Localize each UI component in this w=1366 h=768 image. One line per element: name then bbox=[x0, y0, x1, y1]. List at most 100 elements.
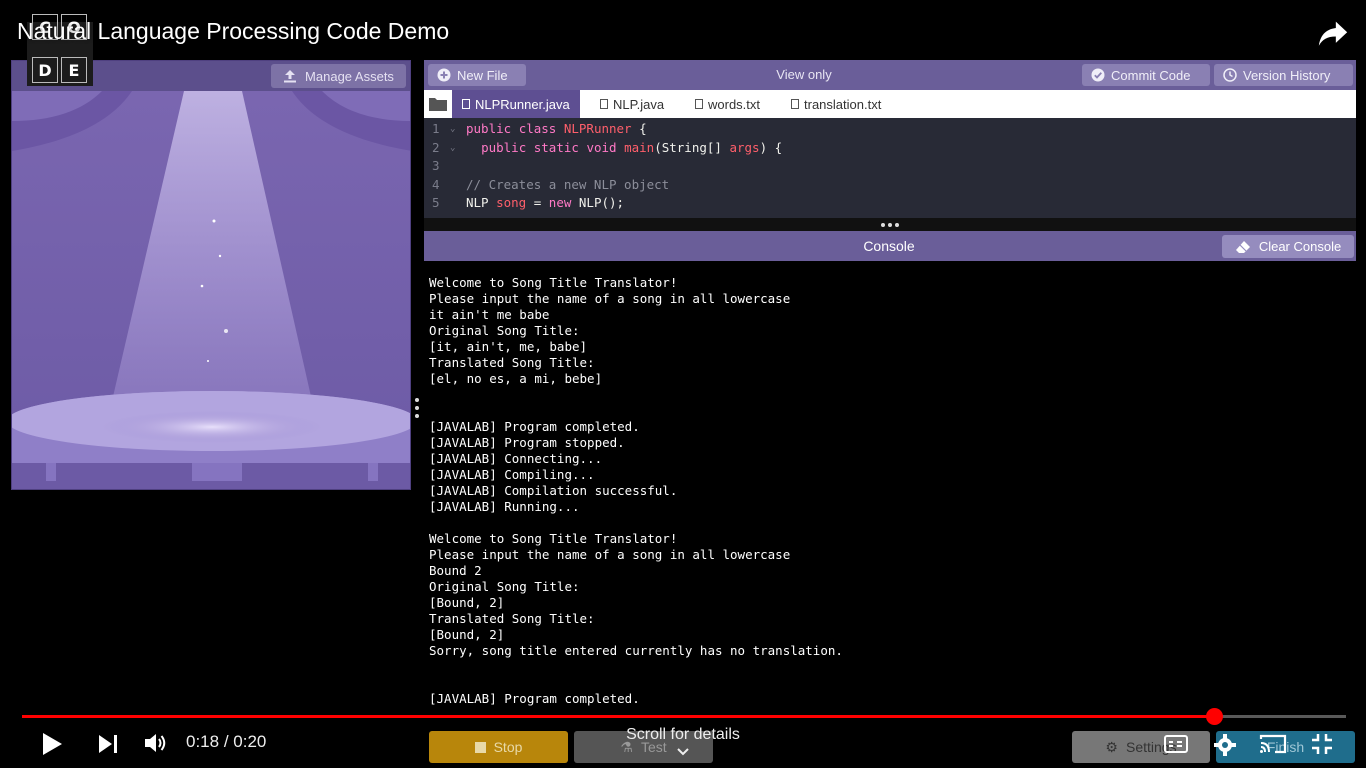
view-only-label: View only bbox=[776, 67, 832, 82]
commit-code-button[interactable]: Commit Code bbox=[1082, 64, 1210, 86]
cast-icon[interactable] bbox=[1259, 733, 1287, 755]
console-line: [JAVALAB] Running... bbox=[429, 499, 580, 514]
console-line: [Bound, 2] bbox=[429, 627, 505, 642]
fold-toggle-icon[interactable]: ⌄ bbox=[450, 143, 455, 153]
console-line: [JAVALAB] Program stopped. bbox=[429, 435, 625, 450]
version-history-button[interactable]: Version History bbox=[1214, 64, 1353, 86]
console-output[interactable]: Welcome to Song Title Translator! Please … bbox=[424, 261, 1356, 721]
console-line: [Bound, 2] bbox=[429, 595, 505, 610]
panel-resize-handle[interactable] bbox=[413, 398, 421, 422]
code-text: // Creates a new NLP object bbox=[466, 177, 669, 192]
new-file-button[interactable]: New File bbox=[428, 64, 526, 86]
settings-button[interactable]: ⚙ Settings bbox=[1072, 731, 1210, 763]
code-token: public bbox=[466, 121, 519, 136]
console-line: Welcome to Song Title Translator! bbox=[429, 531, 678, 546]
exit-fullscreen-icon[interactable] bbox=[1311, 733, 1333, 755]
code-token: NLPRunner bbox=[563, 121, 632, 136]
manage-assets-button[interactable]: Manage Assets bbox=[271, 64, 406, 88]
commit-code-label: Commit Code bbox=[1111, 67, 1191, 83]
code-token: { bbox=[631, 121, 647, 136]
line-number: 5 bbox=[432, 195, 440, 210]
progress-bar[interactable] bbox=[22, 708, 1346, 725]
logo-letter-e: E bbox=[61, 57, 87, 83]
stop-button[interactable]: Stop bbox=[429, 731, 568, 763]
fold-toggle-icon[interactable]: ⌄ bbox=[450, 124, 455, 134]
console-line: [JAVALAB] Program completed. bbox=[429, 691, 640, 706]
code-token: song bbox=[496, 195, 527, 210]
scroll-for-details[interactable]: Scroll for details bbox=[610, 726, 756, 762]
code-token: main bbox=[624, 139, 655, 155]
code-text: NLP song = new NLP(); bbox=[466, 195, 624, 210]
code-token: // Creates a new NLP object bbox=[466, 176, 670, 192]
upload-icon bbox=[284, 70, 297, 83]
file-tab-label: NLP.java bbox=[613, 96, 665, 112]
console-line: Please input the name of a song in all l… bbox=[429, 547, 791, 562]
play-icon[interactable] bbox=[40, 731, 64, 757]
file-icon bbox=[600, 99, 608, 109]
progress-scrubber-handle[interactable] bbox=[1205, 708, 1223, 725]
code-line[interactable]: 1 ⌄ public class NLPRunner { bbox=[424, 121, 1356, 139]
time-total: 0:20 bbox=[233, 732, 267, 751]
code-text: public class NLPRunner { bbox=[466, 121, 647, 136]
console-title: Console bbox=[863, 238, 915, 254]
file-icon bbox=[791, 99, 799, 109]
code-line[interactable]: 2 ⌄ public static void main(String[] args… bbox=[424, 140, 1356, 158]
code-area[interactable]: 1 ⌄ public class NLPRunner {2 ⌄ public stat… bbox=[424, 118, 1356, 218]
file-tab[interactable]: translation.txt bbox=[781, 90, 891, 118]
file-tab-label: NLPRunner.java bbox=[475, 96, 570, 112]
console-line: Bound 2 bbox=[429, 563, 482, 578]
console-line: Translated Song Title: bbox=[429, 355, 595, 370]
chevron-down-icon bbox=[677, 748, 689, 756]
code-token: public bbox=[481, 139, 534, 155]
editor-console-splitter[interactable] bbox=[424, 218, 1356, 231]
code-token: class bbox=[518, 121, 564, 136]
cog-icon: ⚙ bbox=[1105, 738, 1118, 755]
next-video-icon[interactable] bbox=[97, 734, 119, 754]
scroll-for-details-label: Scroll for details bbox=[626, 726, 740, 743]
code-token: args bbox=[729, 139, 760, 155]
console-line: [JAVALAB] Compilation successful. bbox=[429, 483, 678, 498]
check-circle-icon bbox=[1091, 68, 1105, 82]
file-tab-label: translation.txt bbox=[804, 96, 882, 112]
code-line[interactable]: 4 // Creates a new NLP object bbox=[424, 177, 1356, 195]
version-history-label: Version History bbox=[1243, 67, 1331, 83]
console-line: [JAVALAB] Compiling... bbox=[429, 467, 595, 482]
console-line: Original Song Title: bbox=[429, 323, 580, 338]
console-line: it ain't me babe bbox=[429, 307, 550, 322]
video-title[interactable]: Natural Language Processing Code Demo bbox=[17, 18, 449, 45]
file-tab-bar: NLPRunner.java NLP.java words.txt translati… bbox=[424, 90, 1356, 118]
new-file-label: New File bbox=[457, 67, 508, 83]
captions-icon[interactable] bbox=[1164, 735, 1188, 753]
code-line[interactable]: 3 bbox=[424, 158, 1356, 176]
share-icon[interactable] bbox=[1316, 16, 1350, 50]
clear-console-button[interactable]: Clear Console bbox=[1222, 235, 1354, 258]
file-tab-label: words.txt bbox=[708, 96, 761, 112]
console-line: Please input the name of a song in all l… bbox=[429, 291, 791, 306]
file-tab[interactable]: words.txt bbox=[685, 90, 770, 118]
console-line: Original Song Title: bbox=[429, 579, 580, 594]
file-tab[interactable]: NLP.java bbox=[590, 90, 674, 118]
code-token: void bbox=[586, 139, 625, 155]
stage-spotlight-image bbox=[12, 91, 410, 489]
plus-circle-icon bbox=[437, 68, 451, 82]
eraser-icon bbox=[1235, 240, 1250, 253]
code-line[interactable]: 5 NLP song = new NLP(); bbox=[424, 195, 1356, 213]
line-number: 3 bbox=[432, 158, 440, 173]
code-token: NLP bbox=[466, 195, 497, 210]
progress-bar-played bbox=[22, 715, 1214, 718]
stop-square-icon bbox=[474, 741, 486, 753]
folder-icon[interactable] bbox=[428, 96, 448, 112]
file-icon bbox=[462, 99, 470, 109]
file-tab[interactable]: NLPRunner.java bbox=[452, 90, 580, 118]
code-token: static bbox=[533, 139, 587, 155]
console-line: [it, ain't, me, babe] bbox=[429, 339, 588, 354]
code-text: public static void main(String[] args) { bbox=[466, 140, 782, 155]
settings-gear-icon[interactable] bbox=[1213, 733, 1237, 757]
code-token: NLP(); bbox=[578, 195, 625, 210]
volume-icon[interactable] bbox=[144, 732, 168, 754]
console-line: Welcome to Song Title Translator! bbox=[429, 275, 678, 290]
code-token: (String[] bbox=[654, 139, 730, 155]
logo-letter-d: D bbox=[32, 57, 58, 83]
clear-console-label: Clear Console bbox=[1258, 239, 1342, 254]
